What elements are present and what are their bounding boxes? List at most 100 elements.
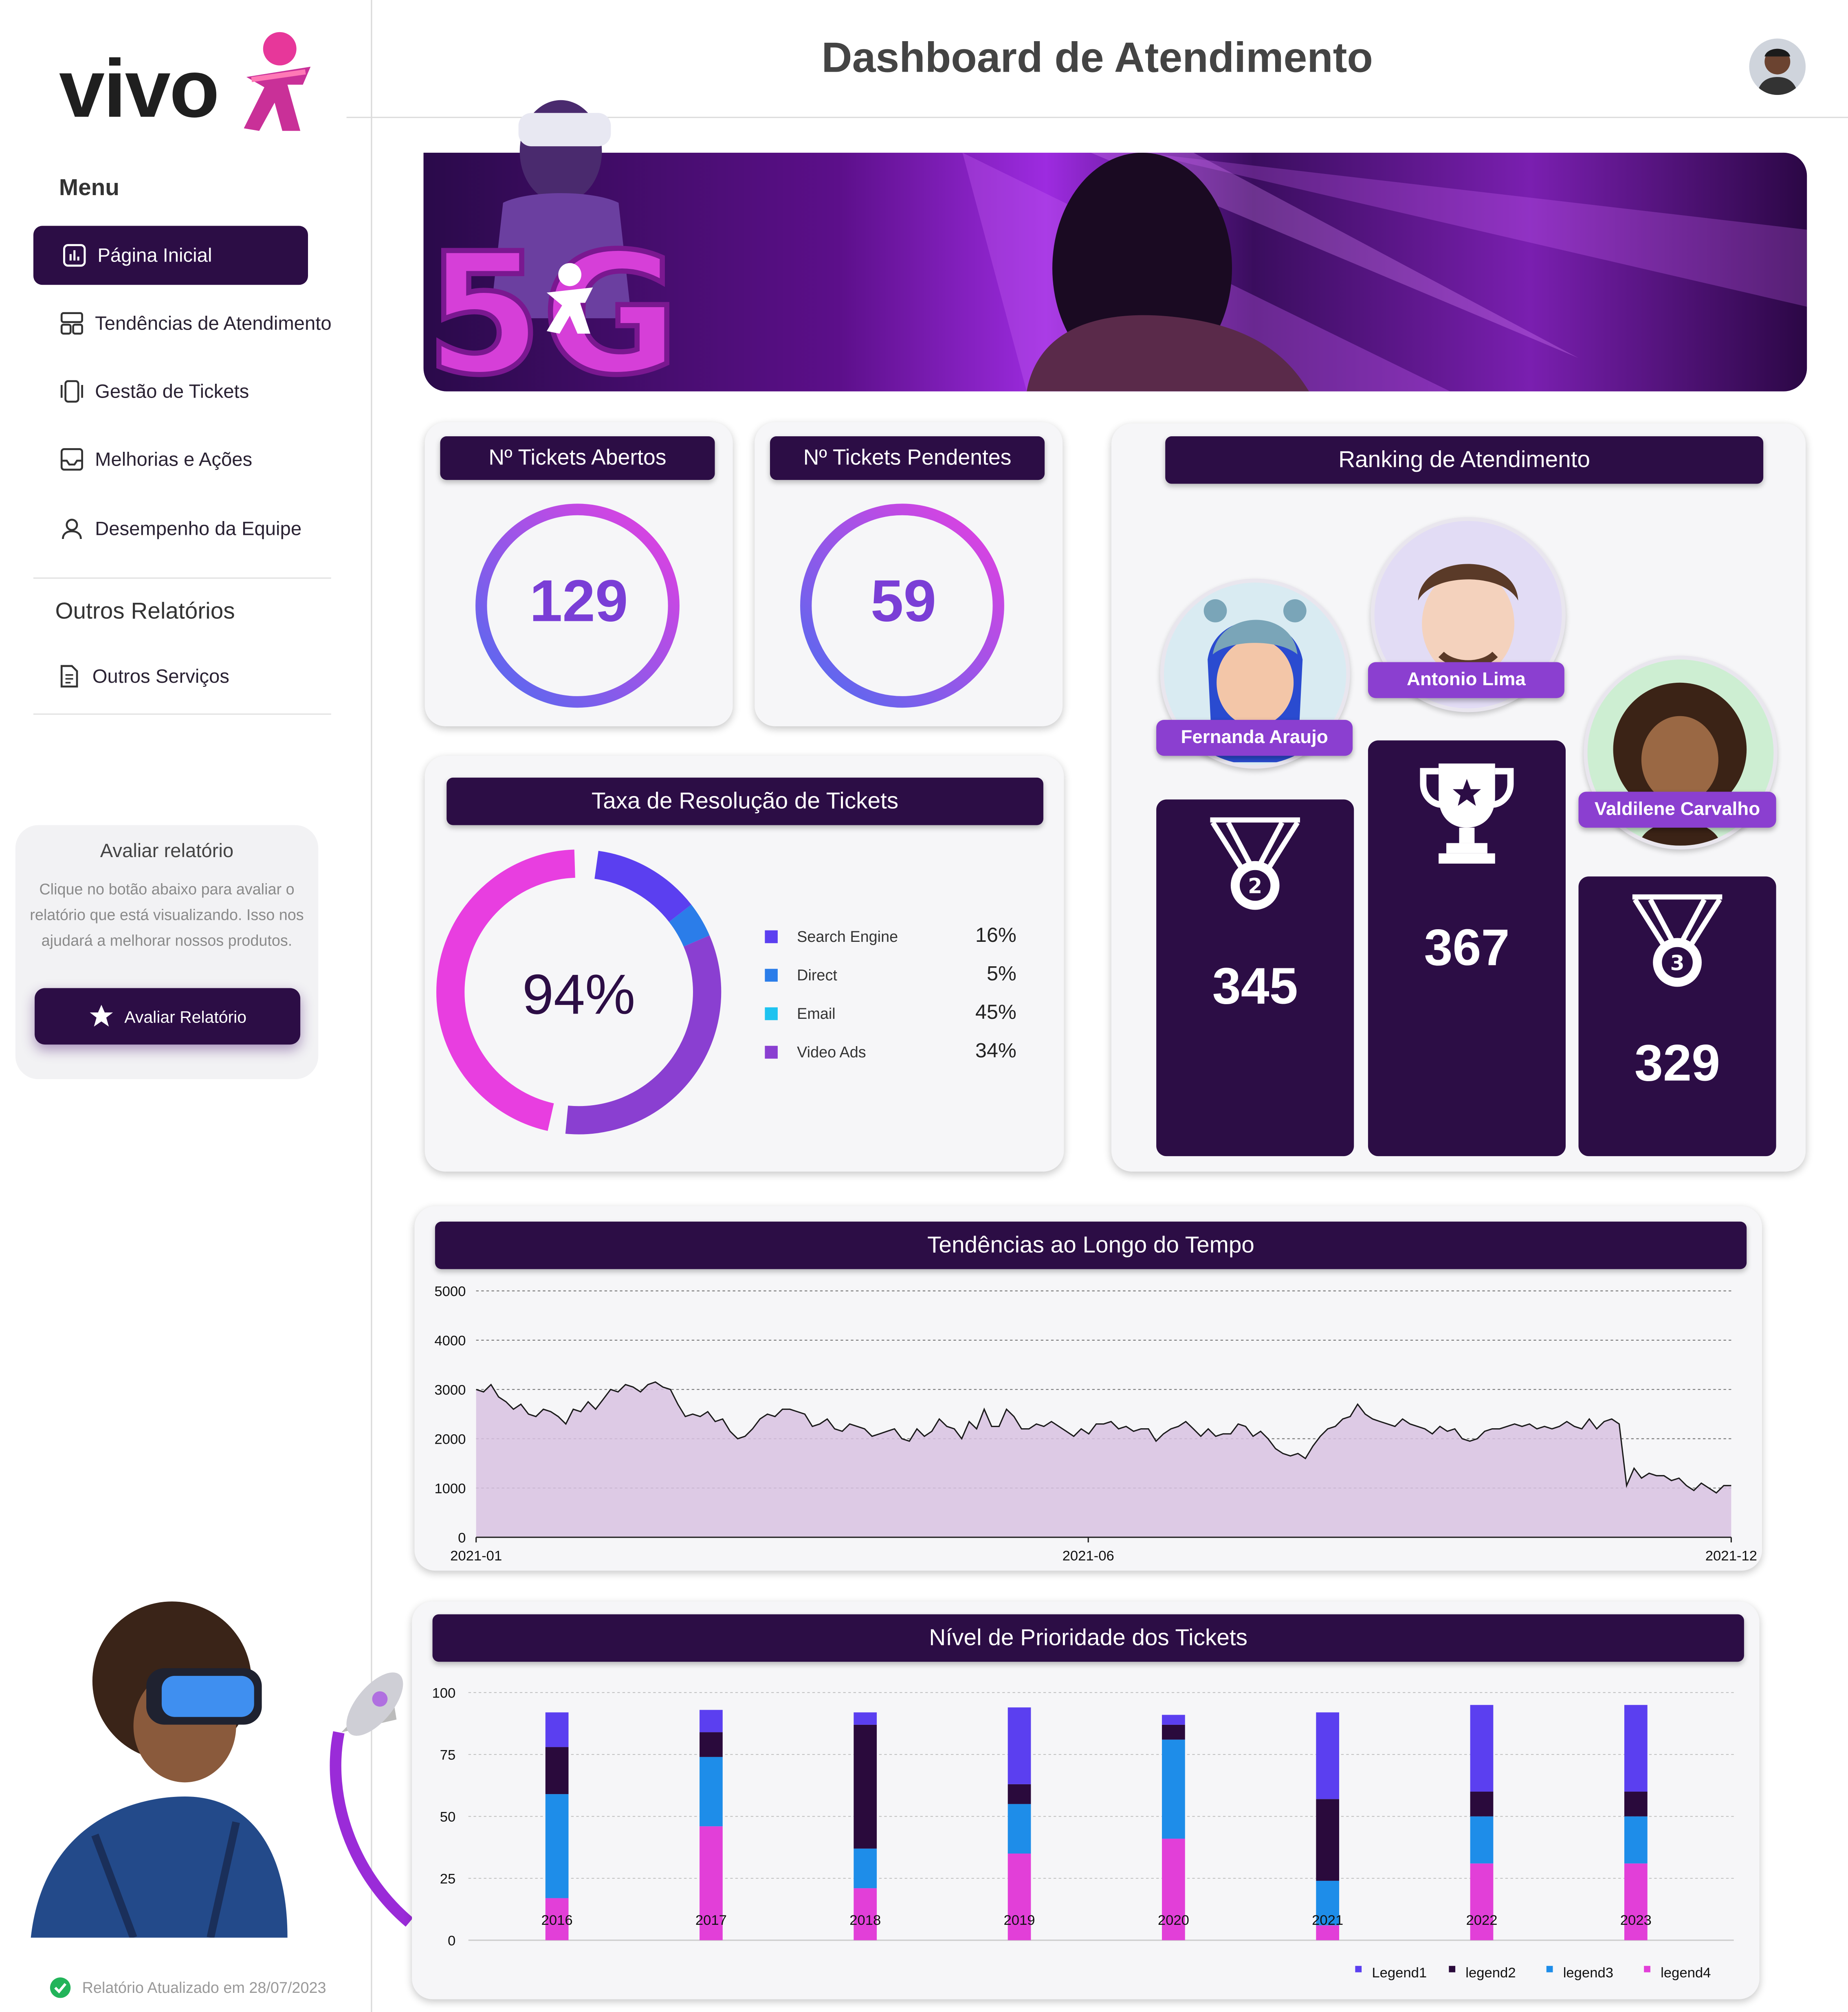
- bar-2023-legend3: [1624, 1816, 1648, 1864]
- name-tag-antonio: Antonio Lima: [1368, 662, 1564, 698]
- legend-swatch: [1355, 1966, 1362, 1972]
- vivo-figure-icon: [239, 28, 316, 136]
- svg-text:2: 2: [1248, 874, 1262, 898]
- podium-value: 367: [1368, 920, 1566, 978]
- trophy-icon: [1415, 759, 1518, 866]
- bar-2020-legend2: [1162, 1725, 1185, 1739]
- x-tick-label: 2021-12: [1705, 1548, 1757, 1563]
- bar-2019-Legend1: [1008, 1707, 1031, 1784]
- medal-3-icon: 3: [1627, 892, 1727, 992]
- y-tick-label: 4000: [434, 1333, 466, 1348]
- x-tick-label: 2018: [849, 1913, 881, 1928]
- x-tick-label: 2022: [1466, 1913, 1497, 1928]
- y-tick-label: 75: [440, 1747, 456, 1763]
- check-circle-icon: [49, 1976, 72, 1999]
- svg-text:5G: 5G: [426, 218, 679, 396]
- bar-2020-Legend1: [1162, 1715, 1185, 1725]
- podium-second: 2 345: [1156, 799, 1354, 1156]
- bar-2019-legend3: [1008, 1804, 1031, 1854]
- trend-chart: 010002000300040005000 2021-012021-062021…: [414, 1271, 1762, 1566]
- medal-2-icon: 2: [1205, 815, 1305, 915]
- podium-third: 3 329: [1579, 876, 1776, 1156]
- feedback-text: Clique no botão abaixo para avaliar o re…: [26, 876, 308, 953]
- podium-value: 345: [1156, 959, 1354, 1016]
- bar-2018-Legend1: [854, 1712, 877, 1724]
- resolution-center-value: 94%: [435, 964, 723, 1028]
- x-tick-label: 2021-06: [1063, 1548, 1114, 1563]
- priority-title: Nível de Prioridade dos Tickets: [433, 1614, 1744, 1662]
- bar-2023-legend2: [1624, 1792, 1648, 1816]
- ranking-title: Ranking de Atendimento: [1165, 436, 1763, 484]
- bar-2021-legend2: [1316, 1799, 1339, 1881]
- bar-2020-legend3: [1162, 1739, 1185, 1838]
- y-tick-label: 0: [448, 1933, 455, 1948]
- document-icon: [57, 664, 82, 689]
- sidebar-item-pagina-inicial[interactable]: Página Inicial: [33, 226, 308, 285]
- x-tick-label: 2016: [541, 1913, 573, 1928]
- y-tick-label: 100: [432, 1685, 455, 1701]
- legend-label: legend4: [1661, 1965, 1711, 1981]
- trend-title: Tendências ao Longo do Tempo: [435, 1222, 1747, 1269]
- legend-item: Search Engine16%: [765, 925, 1016, 951]
- bar-2017-Legend1: [700, 1710, 723, 1732]
- y-tick-label: 3000: [434, 1382, 466, 1398]
- sidebar-item-label: Página Inicial: [97, 244, 212, 266]
- legend-swatch: [765, 1046, 778, 1059]
- sidebar-item-desempenho[interactable]: Desempenho da Equipe: [33, 499, 308, 558]
- legend-label: legend3: [1563, 1965, 1613, 1981]
- sidebar-item-outros-servicos[interactable]: Outros Serviços: [33, 647, 308, 706]
- resolution-title: Taxa de Resolução de Tickets: [447, 778, 1043, 825]
- legend-swatch: [1449, 1966, 1455, 1972]
- bar-chart-icon: [62, 242, 87, 268]
- y-tick-label: 0: [458, 1530, 466, 1546]
- vr-woman-illustration: [18, 1591, 416, 1938]
- bar-2017-legend2: [700, 1732, 723, 1757]
- other-reports-title: Outros Relatórios: [55, 598, 235, 625]
- sidebar-item-label: Gestão de Tickets: [95, 380, 249, 402]
- kpi-open-value: 129: [425, 566, 733, 635]
- sidebar: vivo Menu Página Inicial Tendências de A…: [0, 0, 372, 2012]
- user-icon: [59, 516, 85, 541]
- feedback-title: Avaliar relatório: [15, 840, 318, 862]
- updated-status: Relatório Atualizado em 28/07/2023: [49, 1975, 326, 2001]
- x-tick-label: 2020: [1158, 1913, 1189, 1928]
- y-tick-label: 2000: [434, 1431, 466, 1447]
- legend-label: legend2: [1465, 1965, 1516, 1981]
- legend-item: Video Ads34%: [765, 1041, 1016, 1066]
- y-tick-label: 5000: [434, 1284, 466, 1300]
- sidebar-item-gestao-tickets[interactable]: Gestão de Tickets: [33, 362, 308, 421]
- vivo-logo: vivo: [59, 28, 316, 144]
- bar-2022-legend2: [1470, 1792, 1494, 1816]
- bar-2023-legend4: [1624, 1863, 1648, 1940]
- kpi-open-title: Nº Tickets Abertos: [440, 436, 715, 480]
- x-tick-label: 2021-01: [450, 1548, 502, 1563]
- donut-slice-direct: [680, 913, 697, 941]
- name-tag-fernanda: Fernanda Araujo: [1156, 720, 1353, 756]
- sidebar-item-label: Tendências de Atendimento: [95, 312, 332, 334]
- legend-item: Email45%: [765, 1002, 1016, 1028]
- y-tick-label: 50: [440, 1809, 456, 1825]
- sidebar-item-label: Desempenho da Equipe: [95, 518, 301, 540]
- donut-slice-search-engine: [596, 865, 680, 913]
- kpi-open-card: Nº Tickets Abertos 129: [425, 422, 733, 726]
- priority-chart: 0255075100 20162017201820192020202120222…: [412, 1668, 1760, 1995]
- divider: [33, 578, 331, 579]
- x-tick-label: 2019: [1004, 1913, 1035, 1928]
- bar-2021-Legend1: [1316, 1712, 1339, 1799]
- kpi-pending-value: 59: [744, 566, 1063, 635]
- menu-title: Menu: [59, 174, 119, 201]
- avaliar-relatorio-button[interactable]: Avaliar Relatório: [35, 988, 300, 1045]
- kpi-pending-title: Nº Tickets Pendentes: [770, 436, 1045, 480]
- layout-icon: [59, 310, 85, 336]
- sidebar-item-label: Outros Serviços: [92, 665, 229, 687]
- kpi-pending-card: Nº Tickets Pendentes 59: [755, 422, 1063, 726]
- sidebar-item-tendencias[interactable]: Tendências de Atendimento: [33, 294, 367, 353]
- user-avatar[interactable]: [1749, 39, 1806, 95]
- bar-2022-legend3: [1470, 1816, 1494, 1864]
- y-tick-label: 25: [440, 1871, 456, 1887]
- sidebar-item-melhorias[interactable]: Melhorias e Ações: [33, 430, 308, 489]
- bar-2023-Legend1: [1624, 1705, 1648, 1792]
- legend-swatch: [765, 930, 778, 943]
- legend-item: Direct5%: [765, 964, 1016, 990]
- ticket-icon: [59, 378, 85, 404]
